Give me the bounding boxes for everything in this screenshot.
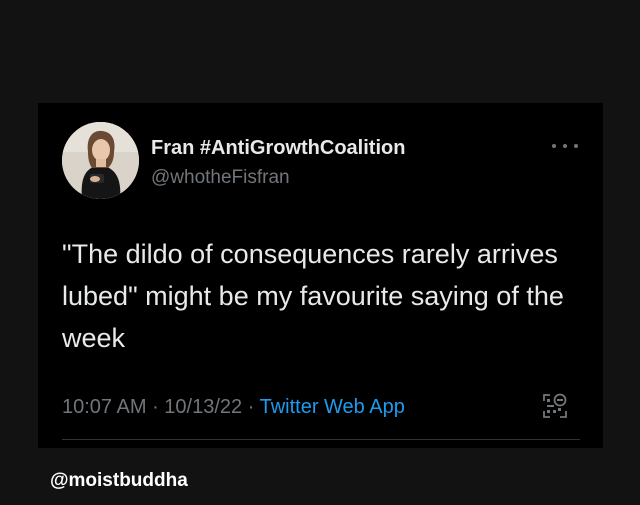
author-handle[interactable]: @whotheFisfran <box>151 167 290 189</box>
watermark: @moistbuddha <box>50 470 188 491</box>
more-dot <box>563 144 567 148</box>
tweet-card: Fran #AntiGrowthCoalition @whotheFisfran… <box>38 103 603 448</box>
tweet-date[interactable]: 10/13/22 <box>164 396 242 418</box>
author-display-name[interactable]: Fran #AntiGrowthCoalition <box>151 137 405 160</box>
divider <box>62 439 580 440</box>
more-dot <box>552 144 556 148</box>
tweet-meta: 10:07 AM · 10/13/22 · Twitter Web App <box>62 396 405 419</box>
avatar-photo <box>62 122 139 199</box>
more-options-icon[interactable] <box>552 139 578 153</box>
author-avatar[interactable] <box>62 122 139 199</box>
meta-separator: · <box>146 396 165 418</box>
meta-separator: · <box>242 396 260 418</box>
tweet-source-link[interactable]: Twitter Web App <box>260 396 405 418</box>
more-dot <box>574 144 578 148</box>
qr-code-icon[interactable] <box>541 392 569 420</box>
tweet-text: "The dildo of consequences rarely arrive… <box>62 239 564 353</box>
tweet-time[interactable]: 10:07 AM <box>62 396 147 418</box>
